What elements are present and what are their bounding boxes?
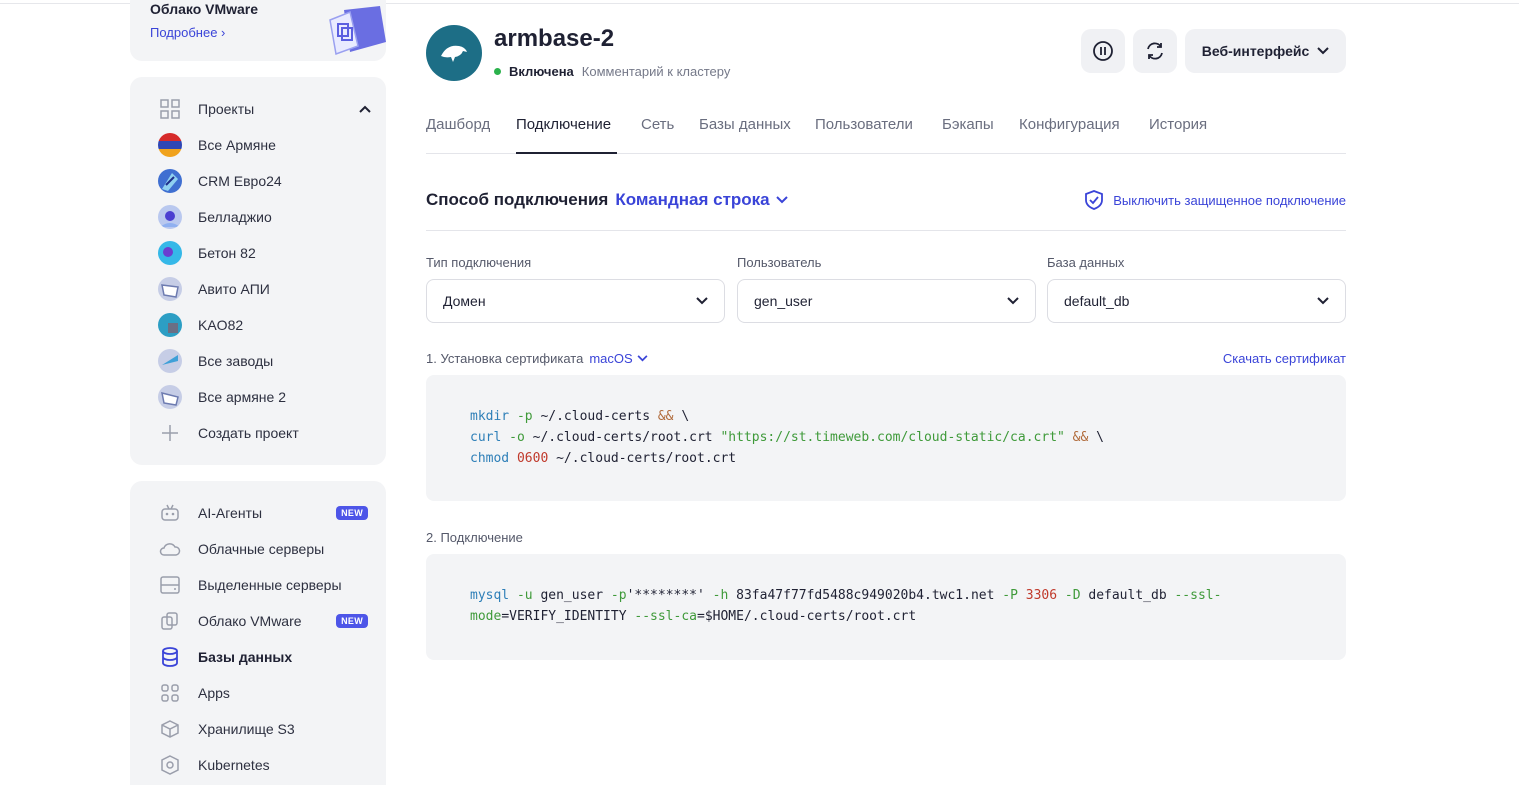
cluster-name: armbase-2 [494,25,615,52]
user-label: Пользователь [737,255,822,270]
new-badge: NEW [336,506,368,520]
tab-network[interactable]: Сеть [641,116,674,133]
services-card: AI-Агенты NEW Облачные серверы Выделенны… [130,481,386,785]
cluster-status: Включена Комментарий к кластеру [494,64,730,79]
sidebar-project-item[interactable]: Белладжио [158,205,368,229]
server-icon [158,573,182,597]
kubernetes-icon [158,753,182,777]
sidebar-item-kubernetes[interactable]: Kubernetes [158,753,368,777]
sidebar-project-item[interactable]: CRM Евро24 [158,169,368,193]
connection-method-dropdown[interactable]: Командная строка [615,190,788,210]
pause-button[interactable] [1081,29,1125,73]
step-connection: 2. Подключение [426,530,523,545]
tab-history[interactable]: История [1149,116,1207,133]
robot-icon [158,501,182,525]
chevron-down-icon [1317,297,1329,305]
sidebar-item-dedicated-servers[interactable]: Выделенные серверы [158,573,368,597]
grid-icon [158,97,182,121]
certificate-code-block[interactable]: mkdir -p ~/.cloud-certs && \ curl -o ~/.… [426,375,1346,501]
web-interface-button[interactable]: Веб-интерфейс [1185,29,1346,73]
connection-type-select[interactable]: Домен [426,279,725,323]
database-select[interactable]: default_db [1047,279,1346,323]
tab-connection[interactable]: Подключение [516,116,611,133]
step-certificate-install: 1. Установка сертификата macOS [426,351,648,366]
chevron-down-icon [1317,47,1329,55]
storage-icon [158,717,182,741]
status-dot [494,68,501,75]
restart-button[interactable] [1133,29,1177,73]
code-line: mysql -u gen_user -p'********' -h 83fa47… [470,588,1222,603]
vmware-icon [158,609,182,633]
projects-card: Проекты Все Армяне CRM Евро24 Белладжио … [130,77,386,465]
chevron-down-icon [696,297,708,305]
sidebar-item-apps[interactable]: Apps [158,681,368,705]
code-line: chmod 0600 ~/.cloud-certs/root.crt [470,451,737,466]
code-line: mkdir -p ~/.cloud-certs && \ [470,409,690,424]
apps-icon [158,681,182,705]
sidebar-project-item[interactable]: Все Армяне [158,133,368,157]
project-avatar [158,313,182,337]
disable-secure-connection-link[interactable]: Выключить защищенное подключение [1085,190,1346,210]
shield-icon [1085,190,1104,210]
database-icon [158,645,182,669]
active-tab-indicator [516,152,617,154]
os-dropdown[interactable]: macOS [589,351,648,366]
tabs-bar: Дашборд Подключение Сеть Базы данных Пол… [426,114,1346,154]
status-label: Включена [509,64,574,79]
cloud-icon [158,537,182,561]
pause-icon [1093,41,1113,61]
section-divider [426,230,1346,231]
project-avatar [158,205,182,229]
sidebar-item-cloud-servers[interactable]: Облачные серверы [158,537,368,561]
sidebar-project-item[interactable]: KAO82 [158,313,368,337]
mysql-dolphin-logo [426,25,482,81]
download-certificate-link[interactable]: Скачать сертификат [1223,351,1346,366]
connection-code-block[interactable]: mysql -u gen_user -p'********' -h 83fa47… [426,554,1346,660]
create-project-button[interactable]: Создать проект [158,421,368,445]
project-avatar [158,169,182,193]
new-badge: NEW [336,614,368,628]
project-avatar [158,277,182,301]
database-label: База данных [1047,255,1125,270]
chevron-down-icon [1007,297,1019,305]
chevron-up-icon[interactable] [358,97,372,121]
vmware-cube-illustration [329,6,386,56]
promo-more-link[interactable]: Подробнее › [150,25,225,40]
projects-header[interactable]: Проекты [158,97,371,121]
chevron-down-icon [637,355,648,362]
armenia-flag-avatar [158,133,182,157]
code-line: mode=VERIFY_IDENTITY --ssl-ca=$HOME/.clo… [470,609,917,624]
plus-icon [158,421,182,445]
cluster-comment-link[interactable]: Комментарий к кластеру [582,64,731,79]
project-avatar [158,349,182,373]
projects-label: Проекты [198,101,255,117]
tab-dashboard[interactable]: Дашборд [426,116,490,133]
sidebar-item-vmware[interactable]: Облако VMware NEW [158,609,368,633]
tab-configuration[interactable]: Конфигурация [1019,116,1120,133]
sidebar-item-databases[interactable]: Базы данных [158,645,368,669]
connection-method-title: Способ подключения Командная строка [426,190,788,210]
sidebar-project-item[interactable]: Все заводы [158,349,368,373]
sidebar-project-item[interactable]: Все армяне 2 [158,385,368,409]
tab-backups[interactable]: Бэкапы [942,116,994,133]
promo-title: Облако VMware [150,1,259,17]
tab-databases[interactable]: Базы данных [699,116,791,133]
code-line: curl -o ~/.cloud-certs/root.crt "https:/… [470,430,1104,445]
user-select[interactable]: gen_user [737,279,1036,323]
chevron-down-icon [775,196,788,204]
refresh-icon [1147,42,1163,60]
connection-type-label: Тип подключения [426,255,532,270]
sidebar-item-ai-agents[interactable]: AI-Агенты NEW [158,501,368,525]
project-avatar [158,241,182,265]
sidebar-item-s3[interactable]: Хранилище S3 [158,717,368,741]
tab-users[interactable]: Пользователи [815,116,913,133]
sidebar-project-item[interactable]: Авито АПИ [158,277,368,301]
vmware-promo-card[interactable]: Облако VMware Подробнее › [130,0,386,61]
project-avatar [158,385,182,409]
sidebar-project-item[interactable]: Бетон 82 [158,241,368,265]
